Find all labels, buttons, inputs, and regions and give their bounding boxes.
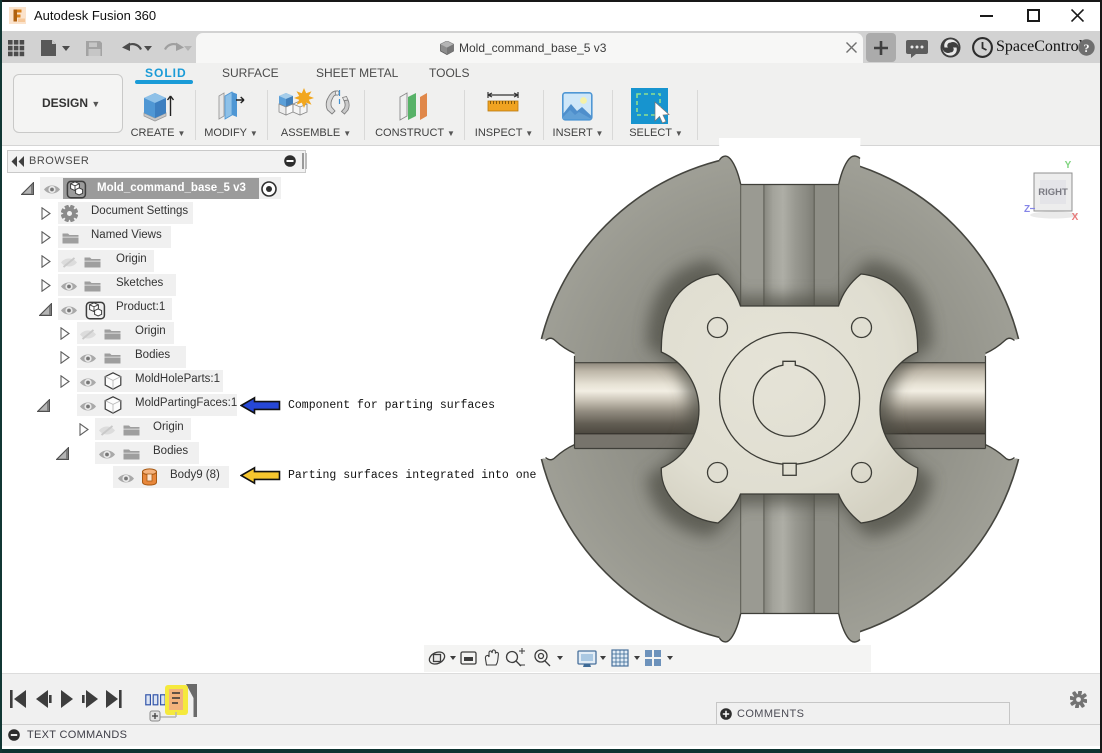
svg-text:RIGHT: RIGHT bbox=[1038, 187, 1068, 198]
svg-text:Y: Y bbox=[1065, 160, 1072, 171]
svg-text:Z: Z bbox=[1024, 204, 1030, 215]
svg-text:X: X bbox=[1072, 212, 1079, 223]
